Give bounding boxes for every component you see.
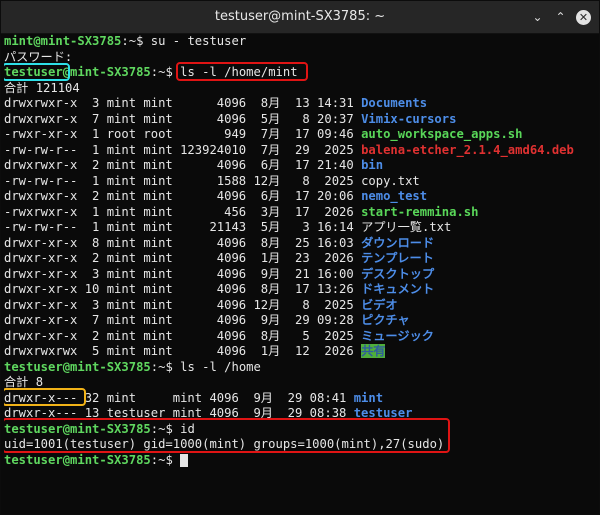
- command-text: id: [172, 421, 195, 436]
- terminal-line: mint@mint-SX3785:~$ su - testuser: [4, 34, 247, 48]
- file-name: ドキュメント: [361, 282, 435, 296]
- listing-row: drwxrwxr-x 2 mint mint 4096 6月 17 21:40 …: [4, 158, 594, 174]
- listing-row: -rw-rw-r-- 1 mint mint 1588 12月 8 2025 c…: [4, 174, 594, 190]
- file-meta: drwxr-xr-x 10 mint mint 4096 8月 17 13:26: [4, 282, 362, 296]
- terminal-line: testuser@mint-SX3785:~$ ls -l /home: [4, 359, 261, 374]
- file-name: ミュージック: [361, 328, 434, 343]
- prompt-user-host: testuser@mint-SX3785: [4, 359, 151, 374]
- file-name: bin: [361, 158, 384, 172]
- file-meta: -rwxr-xr-x 1 root root 949 7月 17 09:46: [4, 127, 362, 141]
- file-name: nemo_test: [361, 189, 428, 203]
- id-output-line: uid=1001(testuser) gid=1000(mint) groups…: [4, 437, 445, 451]
- terminal-line: testuser@mint-SX3785:~$: [4, 453, 594, 469]
- file-meta: drwxr-xr-x 8 mint mint 4096 8月 25 16:03: [4, 235, 362, 250]
- terminal-line: testuser@mint-SX3785:~$ id: [4, 421, 195, 436]
- file-name: auto_workspace_apps.sh: [361, 127, 523, 141]
- file-meta: drwxr-xr-x 3 mint mint 4096 12月 8 2025: [4, 297, 362, 312]
- terminal-line: testuser@mint-SX3785:~$ ls -l /home/mint: [4, 65, 298, 79]
- maximize-icon[interactable]: ⌃: [553, 10, 568, 25]
- file-meta: -rwxrwxr-x 1 mint mint 456 3月 17 2026: [4, 204, 362, 219]
- file-meta: drwxrwxrwx 5 mint mint 4096 1月 12 2026: [4, 344, 362, 358]
- text-cursor: [180, 453, 189, 467]
- listing-row: drwxr-xr-x 10 mint mint 4096 8月 17 13:26…: [4, 282, 594, 298]
- file-name: Vimix-cursors: [361, 111, 457, 126]
- listing-row: drwxr-xr-x 7 mint mint 4096 9月 29 09:28 …: [4, 313, 594, 329]
- terminal-line: パスワード:: [4, 49, 73, 64]
- file-meta: 32 mint mint 4096 9月 29 08:41: [77, 390, 354, 405]
- file-permissions: drwxr-x---: [4, 390, 78, 405]
- listing-row: drwxrwxr-x 2 mint mint 4096 6月 17 20:06 …: [4, 189, 594, 205]
- prompt-user-host: mint@mint-SX3785: [4, 34, 122, 48]
- listing-row: drwxr-xr-x 3 mint mint 4096 9月 21 16:00 …: [4, 267, 594, 283]
- file-meta: drwxrwxr-x 3 mint mint 4096 8月 13 14:31: [4, 96, 362, 110]
- prompt-user: testuser: [4, 65, 63, 79]
- command-text: ls -l /home: [172, 359, 261, 374]
- file-name: testuser: [353, 406, 413, 420]
- file-name: Documents: [361, 96, 428, 110]
- file-name: アプリ一覧.txt: [361, 220, 452, 234]
- listing-row: drwxr-xr-x 2 mint mint 4096 8月 5 2025 ミュ…: [4, 329, 594, 345]
- file-meta: drwxr-xr-x 3 mint mint 4096 9月 21 16:00: [4, 266, 362, 281]
- file-meta: drwxrwxr-x 2 mint mint 4096 6月 17 21:40: [4, 158, 362, 172]
- listing-row: -rw-rw-r-- 1 mint mint 123924010 7月 29 2…: [4, 143, 594, 159]
- file-name: ビデオ: [361, 297, 398, 312]
- file-meta: 13 testuser mint 4096 9月 29 08:38: [77, 406, 354, 420]
- file-meta: -rw-rw-r-- 1 mint mint 123924010 7月 29 2…: [4, 142, 362, 157]
- listing-row: drwxrwxrwx 5 mint mint 4096 1月 12 2026 共…: [4, 344, 594, 360]
- home-listing: drwxr-x--- 32 mint mint 4096 9月 29 08:41…: [4, 391, 594, 422]
- file-meta: -rw-rw-r-- 1 mint mint 1588 12月 8 2025: [4, 173, 362, 188]
- prompt-host: @mint-SX3785: [62, 65, 151, 79]
- close-icon[interactable]: ✕: [576, 10, 591, 25]
- file-meta: drwxr-xr-x 2 mint mint 4096 8月 5 2025: [4, 328, 362, 343]
- prompt-user-host: testuser@mint-SX3785: [4, 421, 151, 436]
- command-text: ls -l /home/mint: [180, 65, 298, 79]
- terminal-line: 合計 121104: [4, 80, 80, 95]
- window-title: testuser@mint-SX3785: ~: [214, 9, 386, 24]
- file-name: copy.txt: [361, 173, 420, 188]
- listing-row: -rwxrwxr-x 1 mint mint 456 3月 17 2026 st…: [4, 205, 594, 221]
- listing-row: drwxrwxr-x 7 mint mint 4096 5月 8 20:37 V…: [4, 112, 594, 128]
- file-name: デスクトップ: [361, 266, 435, 281]
- file-name: start-remmina.sh: [361, 204, 479, 219]
- listing-row: drwxr-xr-x 2 mint mint 4096 1月 23 2026 テ…: [4, 251, 594, 267]
- file-name: ダウンロード: [361, 235, 435, 250]
- terminal-output[interactable]: mint@mint-SX3785:~$ su - testuser パスワード:…: [4, 34, 594, 512]
- file-name: balena-etcher_2.1.4_amd64.deb: [361, 142, 574, 157]
- listing-row: -rw-rw-r-- 1 mint mint 21143 5月 3 16:14 …: [4, 220, 594, 236]
- listing-row: drwxr-x--- 32 mint mint 4096 9月 29 08:41…: [4, 391, 594, 407]
- listing-row: drwxr-xr-x 8 mint mint 4096 8月 25 16:03 …: [4, 236, 594, 252]
- listing-row: drwxr-x--- 13 testuser mint 4096 9月 29 0…: [4, 406, 594, 422]
- terminal-line: 合計 8: [4, 375, 44, 389]
- file-meta: drwxrwxr-x 2 mint mint 4096 6月 17 20:06: [4, 189, 362, 203]
- file-meta: -rw-rw-r-- 1 mint mint 21143 5月 3 16:14: [4, 220, 362, 234]
- minimize-icon[interactable]: ⌄: [530, 10, 545, 25]
- prompt-user-host: testuser@mint-SX3785: [4, 452, 151, 467]
- file-meta: drwxr-xr-x 7 mint mint 4096 9月 29 09:28: [4, 313, 362, 327]
- listing-row: drwxr-xr-x 3 mint mint 4096 12月 8 2025 ビ…: [4, 298, 594, 314]
- listing-row: -rwxr-xr-x 1 root root 949 7月 17 09:46 a…: [4, 127, 594, 143]
- mint-home-listing: drwxrwxr-x 3 mint mint 4096 8月 13 14:31 …: [4, 96, 594, 360]
- title-bar[interactable]: testuser@mint-SX3785: ~ ⌄ ⌃ ✕: [1, 1, 599, 34]
- command-text: su - testuser: [143, 34, 247, 48]
- file-name: ピクチャ: [361, 313, 410, 327]
- file-name: テンプレート: [361, 251, 434, 265]
- listing-row: drwxrwxr-x 3 mint mint 4096 8月 13 14:31 …: [4, 96, 594, 112]
- terminal-window: testuser@mint-SX3785: ~ ⌄ ⌃ ✕ mint@mint-…: [0, 0, 600, 515]
- file-meta: drwxr-xr-x 2 mint mint 4096 1月 23 2026: [4, 251, 362, 265]
- file-permissions: drwxr-x---: [4, 406, 78, 420]
- file-name: 共有: [361, 344, 386, 358]
- file-name: mint: [353, 390, 384, 405]
- file-meta: drwxrwxr-x 7 mint mint 4096 5月 8 20:37: [4, 111, 362, 126]
